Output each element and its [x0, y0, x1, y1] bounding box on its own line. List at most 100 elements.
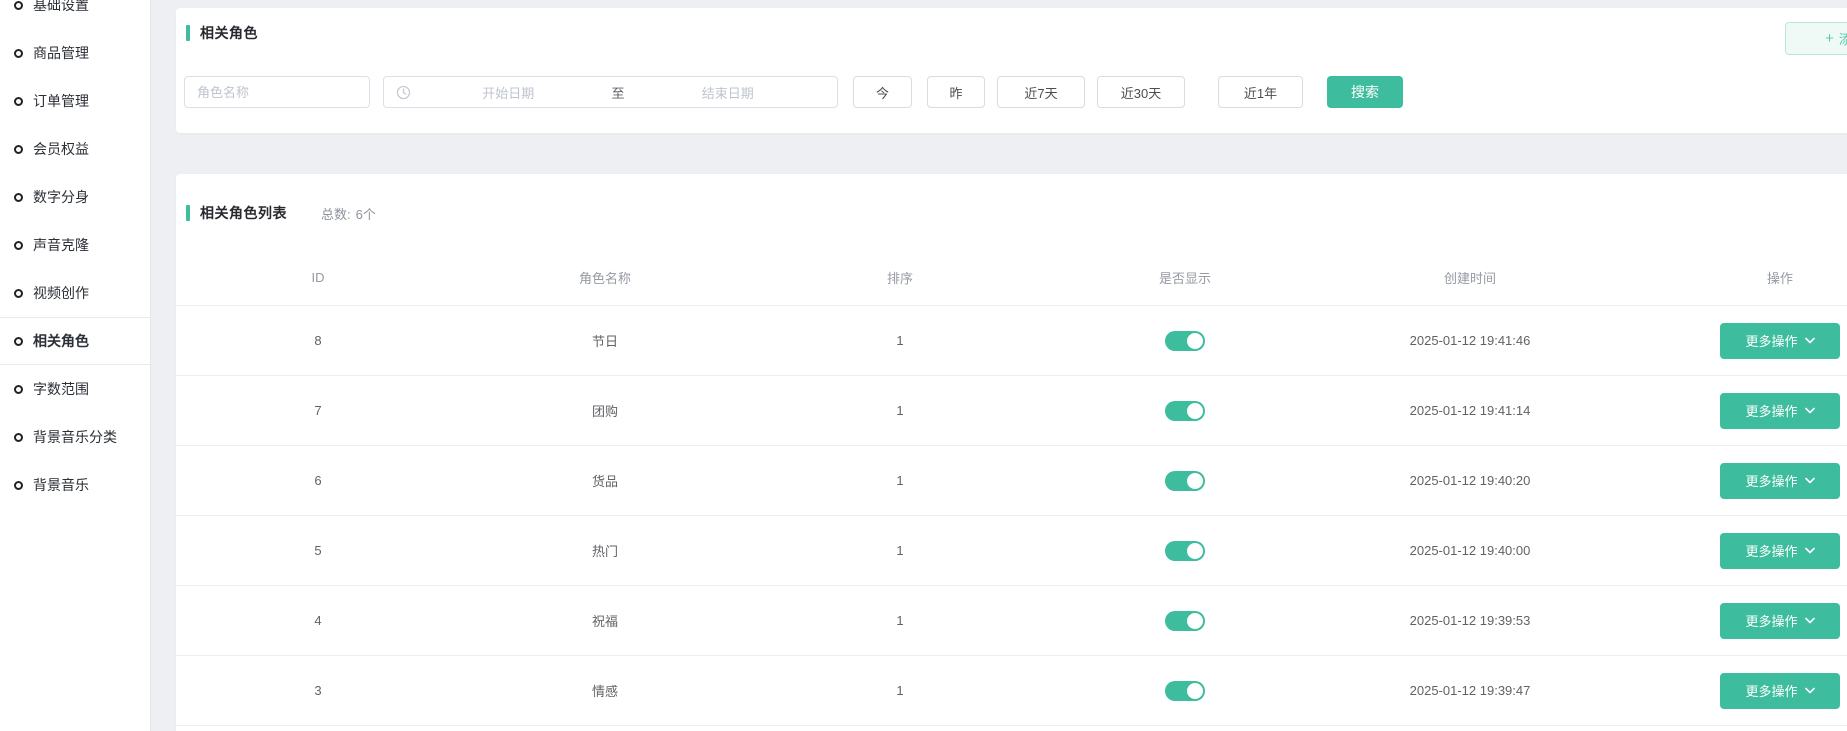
sidebar-item-label: 订单管理 [33, 91, 89, 111]
menu-circle-icon [14, 385, 23, 394]
cell-id: 6 [176, 473, 460, 488]
more-actions-label: 更多操作 [1745, 541, 1797, 560]
sidebar-item[interactable]: 声音克隆 [0, 221, 150, 269]
cell-created: 2025-01-12 19:41:14 [1320, 403, 1620, 418]
cell-name: 团购 [460, 401, 750, 420]
sidebar-item-label: 背景音乐分类 [33, 427, 117, 447]
sidebar-item[interactable]: 订单管理 [0, 77, 150, 125]
cell-sort: 1 [750, 473, 1050, 488]
add-button[interactable]: + 添加 [1785, 22, 1847, 55]
filter-card-header: 相关角色 [186, 18, 258, 48]
sidebar-item-label: 字数范围 [33, 379, 89, 399]
sidebar-item-label: 相关角色 [33, 331, 89, 351]
more-actions-button[interactable]: 更多操作 [1720, 603, 1840, 639]
visibility-toggle[interactable] [1165, 471, 1205, 491]
menu-circle-icon [14, 97, 23, 106]
table-row: 8 节日 1 2025-01-12 19:41:46 更多操作 [176, 306, 1847, 376]
quick-last365-button[interactable]: 近1年 [1218, 76, 1303, 108]
cell-id: 3 [176, 683, 460, 698]
menu-circle-icon [14, 241, 23, 250]
table-row: 6 货品 1 2025-01-12 19:40:20 更多操作 [176, 446, 1847, 516]
menu-circle-icon [14, 481, 23, 490]
cell-created: 2025-01-12 19:40:20 [1320, 473, 1620, 488]
menu-circle-icon [14, 49, 23, 58]
sidebar-item[interactable]: 字数范围 [0, 365, 150, 413]
chevron-down-icon [1805, 337, 1815, 344]
role-name-input[interactable] [184, 76, 370, 108]
visibility-toggle[interactable] [1165, 681, 1205, 701]
cell-sort: 1 [750, 613, 1050, 628]
visibility-toggle[interactable] [1165, 331, 1205, 351]
chevron-down-icon [1805, 477, 1815, 484]
toggle-knob [1187, 473, 1203, 489]
table-card-header: 相关角色列表 总数: 6个 [186, 198, 376, 228]
chevron-down-icon [1805, 617, 1815, 624]
more-actions-label: 更多操作 [1745, 471, 1797, 490]
sidebar-item[interactable]: 背景音乐 [0, 461, 150, 509]
sidebar-item[interactable]: 商品管理 [0, 29, 150, 77]
plus-icon: + [1825, 31, 1834, 46]
sidebar-item[interactable]: 背景音乐分类 [0, 413, 150, 461]
more-actions-button[interactable]: 更多操作 [1720, 393, 1840, 429]
total-count: 总数: 6个 [321, 204, 376, 223]
cell-created: 2025-01-12 19:39:53 [1320, 613, 1620, 628]
quick-last7-button[interactable]: 近7天 [997, 76, 1085, 108]
date-separator: 至 [606, 83, 631, 102]
cell-id: 7 [176, 403, 460, 418]
more-actions-label: 更多操作 [1745, 401, 1797, 420]
sidebar-item[interactable]: 相关角色 [0, 317, 150, 365]
table-row: 7 团购 1 2025-01-12 19:41:14 更多操作 [176, 376, 1847, 446]
visibility-toggle[interactable] [1165, 541, 1205, 561]
sidebar-item[interactable]: 数字分身 [0, 173, 150, 221]
menu-circle-icon [14, 289, 23, 298]
visibility-toggle[interactable] [1165, 401, 1205, 421]
more-actions-label: 更多操作 [1745, 611, 1797, 630]
menu-circle-icon [14, 145, 23, 154]
cell-name: 节日 [460, 331, 750, 350]
cell-name: 热门 [460, 541, 750, 560]
table-header-row: ID 角色名称 排序 是否显示 创建时间 操作 [176, 250, 1847, 306]
menu-circle-icon [14, 337, 23, 346]
cell-name: 情感 [460, 681, 750, 700]
sidebar-item-label: 会员权益 [33, 139, 89, 159]
sidebar-item[interactable]: 会员权益 [0, 125, 150, 173]
visibility-toggle[interactable] [1165, 611, 1205, 631]
chevron-down-icon [1805, 547, 1815, 554]
quick-last30-button[interactable]: 近30天 [1097, 76, 1185, 108]
cell-sort: 1 [750, 543, 1050, 558]
quick-today-button[interactable]: 今 [853, 76, 912, 108]
cell-id: 5 [176, 543, 460, 558]
column-header-id: ID [176, 270, 460, 285]
sidebar-item-label: 声音克隆 [33, 235, 89, 255]
quick-yesterday-button[interactable]: 昨 [927, 76, 985, 108]
clock-icon [396, 85, 411, 100]
cell-sort: 1 [750, 403, 1050, 418]
admin-page: { "colors": { "accent": "#3dbd9d", "add_… [0, 0, 1847, 731]
cell-created: 2025-01-12 19:41:46 [1320, 333, 1620, 348]
sidebar-item[interactable]: 视频创作 [0, 269, 150, 317]
table-row: 4 祝福 1 2025-01-12 19:39:53 更多操作 [176, 586, 1847, 656]
search-button[interactable]: 搜索 [1327, 76, 1403, 108]
end-date-placeholder: 结束日期 [631, 83, 826, 102]
toggle-knob [1187, 683, 1203, 699]
more-actions-button[interactable]: 更多操作 [1720, 463, 1840, 499]
column-header-action: 操作 [1620, 268, 1847, 287]
toggle-knob [1187, 543, 1203, 559]
more-actions-label: 更多操作 [1745, 331, 1797, 350]
more-actions-button[interactable]: 更多操作 [1720, 323, 1840, 359]
toggle-knob [1187, 403, 1203, 419]
more-actions-button[interactable]: 更多操作 [1720, 673, 1840, 709]
cell-created: 2025-01-12 19:40:00 [1320, 543, 1620, 558]
sidebar-menu: 基础设置 商品管理 订单管理 会员权益 数字分身 [0, 0, 150, 509]
chevron-down-icon [1805, 407, 1815, 414]
start-date-placeholder: 开始日期 [411, 83, 606, 102]
chevron-down-icon [1805, 687, 1815, 694]
cell-name: 货品 [460, 471, 750, 490]
cell-sort: 1 [750, 683, 1050, 698]
sidebar-item[interactable]: 基础设置 [0, 0, 150, 29]
column-header-visible: 是否显示 [1050, 268, 1320, 287]
cell-name: 祝福 [460, 611, 750, 630]
more-actions-button[interactable]: 更多操作 [1720, 533, 1840, 569]
total-label: 总数: [321, 204, 351, 223]
date-range-picker[interactable]: 开始日期 至 结束日期 [383, 76, 838, 108]
